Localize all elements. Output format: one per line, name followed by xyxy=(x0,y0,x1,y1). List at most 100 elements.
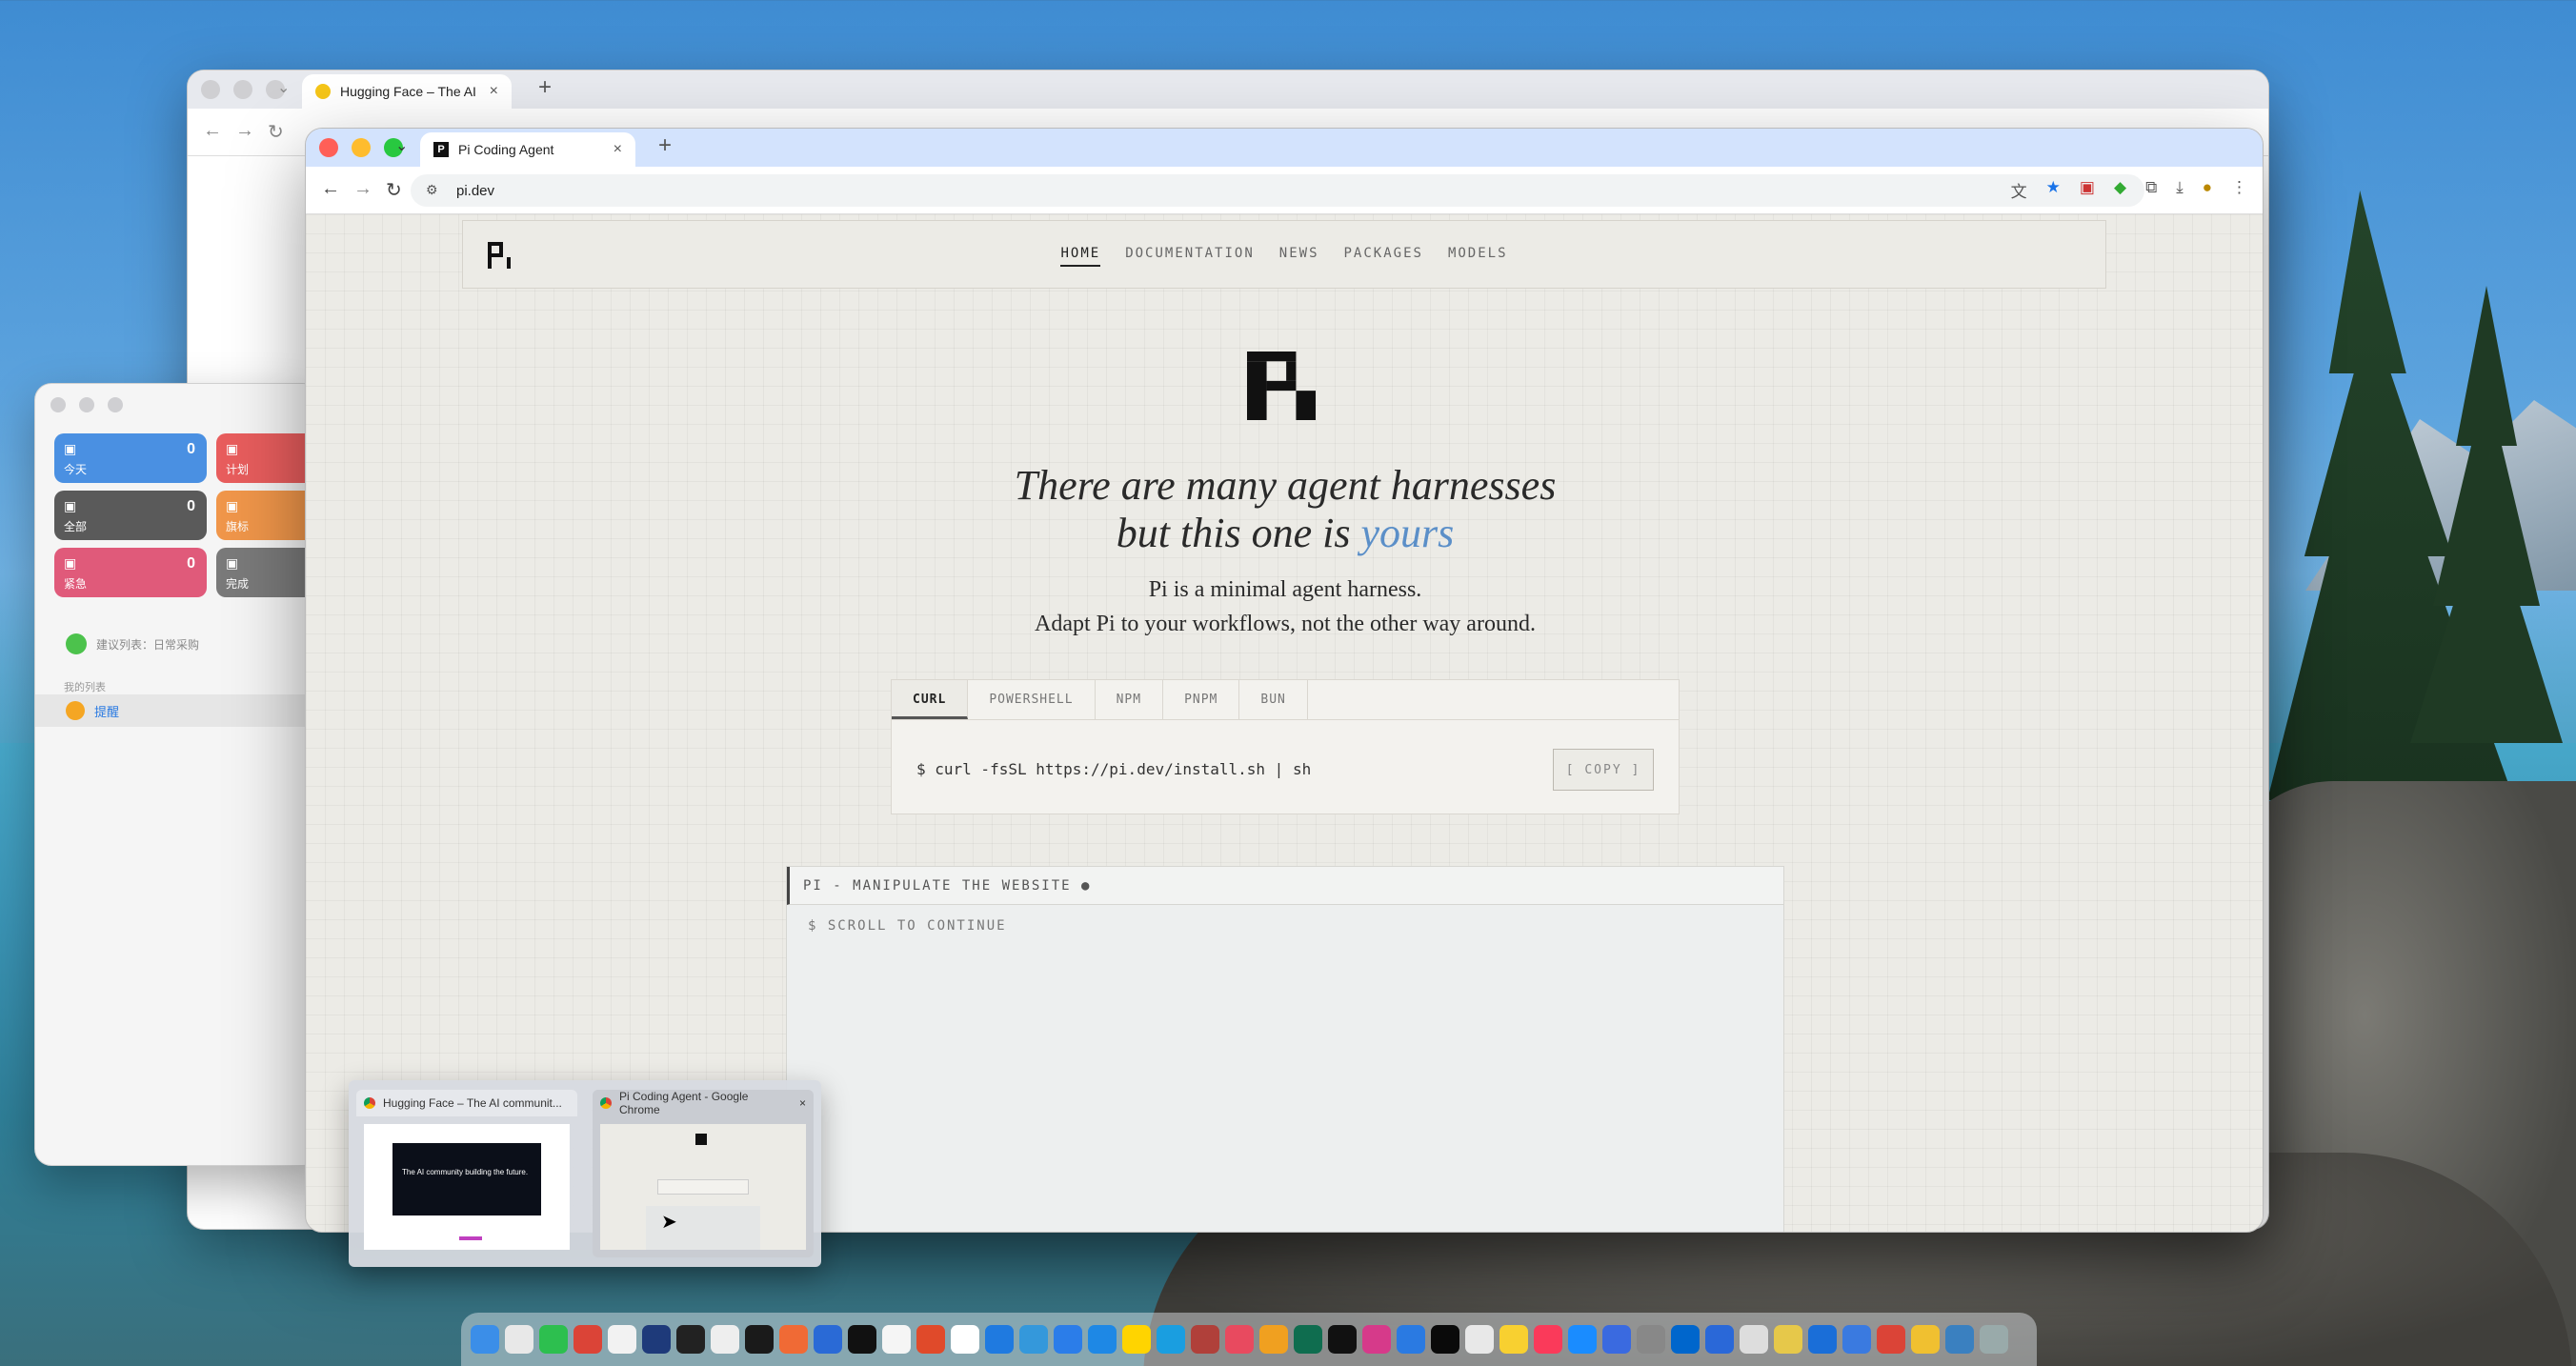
dock-app-icon[interactable] xyxy=(1225,1325,1254,1354)
dock-app-icon[interactable] xyxy=(1534,1325,1562,1354)
dock-app-icon[interactable] xyxy=(1637,1325,1665,1354)
dock-app-icon[interactable] xyxy=(539,1325,568,1354)
dock-app-icon[interactable] xyxy=(951,1325,979,1354)
reminders-window[interactable]: ▣ 0 今天 ▣ 计划 ▣ 0 全部 ▣ 旗标 ▣ 0 紧急 ▣ 完成 建议列表：日常采购 我的列表 提醒 xyxy=(34,383,320,1166)
dock-app-icon[interactable] xyxy=(1568,1325,1597,1354)
shield-icon[interactable]: ◆ xyxy=(2114,178,2126,202)
dock-app-icon[interactable] xyxy=(711,1325,739,1354)
close-dot[interactable] xyxy=(50,397,66,412)
dock-app-icon[interactable] xyxy=(1397,1325,1425,1354)
tab-search-icon[interactable]: ⌄ xyxy=(277,78,290,97)
minimize-dot[interactable] xyxy=(79,397,94,412)
dock-app-icon[interactable] xyxy=(814,1325,842,1354)
tab-pi-coding-agent[interactable]: P Pi Coding Agent × xyxy=(420,132,635,167)
nav-link[interactable]: DOCUMENTATION xyxy=(1125,246,1255,267)
close-dot[interactable] xyxy=(319,138,338,157)
dock-app-icon[interactable] xyxy=(642,1325,671,1354)
nav-link[interactable]: NEWS xyxy=(1279,246,1319,267)
close-icon[interactable]: × xyxy=(490,83,498,100)
dock-app-icon[interactable] xyxy=(1431,1325,1459,1354)
dock-app-icon[interactable] xyxy=(848,1325,876,1354)
dock-app-icon[interactable] xyxy=(1911,1325,1940,1354)
dock-app-icon[interactable] xyxy=(1465,1325,1494,1354)
reload-icon[interactable]: ↻ xyxy=(386,178,402,202)
dock-app-icon[interactable] xyxy=(1259,1325,1288,1354)
dock-app-icon[interactable] xyxy=(1602,1325,1631,1354)
close-icon[interactable]: × xyxy=(799,1096,806,1110)
dock-app-icon[interactable] xyxy=(1980,1325,2008,1354)
dock-app-icon[interactable] xyxy=(1842,1325,1871,1354)
suggestion-row[interactable]: 建议列表：日常采购 xyxy=(66,633,199,654)
install-tab[interactable]: CURL xyxy=(892,680,969,719)
tab-search-icon[interactable]: ⌄ xyxy=(395,136,408,155)
dock-app-icon[interactable] xyxy=(676,1325,705,1354)
install-tab[interactable]: PNPM xyxy=(1163,680,1240,719)
nav-link[interactable]: PACKAGES xyxy=(1344,246,1423,267)
minimize-dot[interactable] xyxy=(352,138,371,157)
nav-link[interactable]: HOME xyxy=(1060,246,1101,267)
copy-button[interactable]: [ COPY ] xyxy=(1553,749,1654,791)
dock-app-icon[interactable] xyxy=(745,1325,774,1354)
dock-app-icon[interactable] xyxy=(1499,1325,1528,1354)
address-bar[interactable]: ⚙ pi.dev xyxy=(411,174,2144,207)
profile-avatar-icon[interactable]: ● xyxy=(2203,178,2212,202)
switcher-item-huggingface[interactable]: Hugging Face – The AI communit... The AI… xyxy=(356,1090,577,1257)
extension-icon[interactable]: ▣ xyxy=(2080,178,2095,202)
window-controls[interactable] xyxy=(50,397,123,412)
dock-app-icon[interactable] xyxy=(779,1325,808,1354)
bookmark-star-icon[interactable]: ★ xyxy=(2046,178,2061,202)
reload-icon[interactable]: ↻ xyxy=(268,120,284,144)
close-dot[interactable] xyxy=(201,80,220,99)
dock-app-icon[interactable] xyxy=(1362,1325,1391,1354)
forward-arrow-icon[interactable]: → xyxy=(353,178,372,200)
minimize-dot[interactable] xyxy=(233,80,252,99)
dock-app-icon[interactable] xyxy=(882,1325,911,1354)
dock-app-icon[interactable] xyxy=(1191,1325,1219,1354)
dock-app-icon[interactable] xyxy=(1054,1325,1082,1354)
reminder-tile[interactable]: ▣ 0 全部 xyxy=(54,491,207,540)
dock-app-icon[interactable] xyxy=(1294,1325,1322,1354)
dock-app-icon[interactable] xyxy=(1945,1325,1974,1354)
translate-icon[interactable]: 文 xyxy=(2011,178,2027,202)
back-arrow-icon[interactable]: ← xyxy=(203,120,222,142)
dock-app-icon[interactable] xyxy=(1740,1325,1768,1354)
terminal-panel[interactable]: PI - MANIPULATE THE WEBSITE ● $ SCROLL T… xyxy=(786,866,1784,1232)
list-item-reminders[interactable]: 提醒 xyxy=(35,694,319,727)
dock-app-icon[interactable] xyxy=(1122,1325,1151,1354)
dock-app-icon[interactable] xyxy=(505,1325,533,1354)
window-controls[interactable] xyxy=(201,80,285,99)
menu-kebab-icon[interactable]: ⋮ xyxy=(2231,178,2247,202)
browser-window-front[interactable]: ⌄ P Pi Coding Agent × + ← → ↻ ⚙ pi.dev 文… xyxy=(305,128,2264,1233)
install-tab[interactable]: POWERSHELL xyxy=(968,680,1096,719)
new-tab-icon[interactable]: + xyxy=(538,74,552,101)
dock-app-icon[interactable] xyxy=(916,1325,945,1354)
switcher-item-pi[interactable]: Pi Coding Agent - Google Chrome × xyxy=(593,1090,814,1257)
nav-link[interactable]: MODELS xyxy=(1448,246,1508,267)
zoom-dot[interactable] xyxy=(108,397,123,412)
dock-app-icon[interactable] xyxy=(1328,1325,1357,1354)
dock-app-icon[interactable] xyxy=(1705,1325,1734,1354)
new-tab-icon[interactable]: + xyxy=(658,132,672,159)
dock-app-icon[interactable] xyxy=(1877,1325,1905,1354)
back-arrow-icon[interactable]: ← xyxy=(321,178,340,200)
dock-app-icon[interactable] xyxy=(1808,1325,1837,1354)
dock-app-icon[interactable] xyxy=(1088,1325,1117,1354)
reminder-tile[interactable]: ▣ 0 紧急 xyxy=(54,548,207,597)
dock-app-icon[interactable] xyxy=(608,1325,636,1354)
close-icon[interactable]: × xyxy=(614,141,622,158)
dock-app-icon[interactable] xyxy=(574,1325,602,1354)
site-info-icon[interactable]: ⚙ xyxy=(426,182,438,198)
dock-app-icon[interactable] xyxy=(985,1325,1014,1354)
tab-huggingface[interactable]: Hugging Face – The AI comm × xyxy=(302,74,512,109)
window-controls[interactable] xyxy=(319,138,403,157)
extensions-puzzle-icon[interactable]: ⧉ xyxy=(2145,178,2157,202)
install-tab[interactable]: BUN xyxy=(1239,680,1308,719)
dock-app-icon[interactable] xyxy=(1774,1325,1802,1354)
dock-app-icon[interactable] xyxy=(1157,1325,1185,1354)
forward-arrow-icon[interactable]: → xyxy=(235,120,254,142)
dock-app-icon[interactable] xyxy=(1019,1325,1048,1354)
install-tab[interactable]: NPM xyxy=(1096,680,1164,719)
dock-app-icon[interactable] xyxy=(1671,1325,1700,1354)
download-icon[interactable]: ⤓ xyxy=(2176,178,2184,202)
dock-app-icon[interactable] xyxy=(471,1325,499,1354)
